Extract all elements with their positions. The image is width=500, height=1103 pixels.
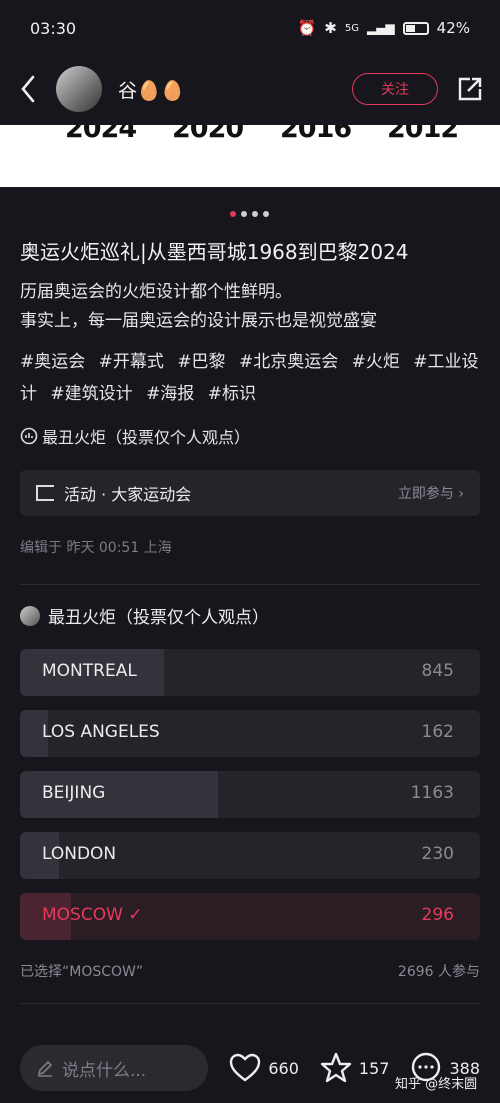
hashtag[interactable]: #巴黎 xyxy=(177,352,225,372)
poll-option-label: BEIJING xyxy=(42,783,106,803)
signal-label: 5G xyxy=(344,22,359,34)
activity-icon xyxy=(36,485,54,501)
hashtag[interactable]: #开幕式 xyxy=(99,352,164,372)
hashtag[interactable]: #海报 xyxy=(146,384,194,404)
divider xyxy=(20,584,480,585)
poll-option-count: 1163 xyxy=(410,783,454,803)
share-icon xyxy=(458,77,482,101)
star-icon xyxy=(320,1052,352,1083)
poll-reference-link[interactable]: 最丑火炬（投票仅个人观点） xyxy=(20,424,250,448)
hashtag[interactable]: #北京奥运会 xyxy=(239,352,338,372)
chevron-left-icon xyxy=(21,75,35,103)
post-image[interactable]: 2024 2020 2016 2012 xyxy=(0,125,500,187)
comment-input[interactable]: 说点什么... xyxy=(20,1045,209,1091)
description-line: 事实上，每一届奥运会的设计展示也是视觉盛宴 xyxy=(20,311,377,331)
battery-percent: 42% xyxy=(436,19,470,37)
poll-title-label: 最丑火炬（投票仅个人观点） xyxy=(48,608,269,628)
poll-option-count: 296 xyxy=(421,905,454,925)
poll-option[interactable]: MONTREAL 845 xyxy=(20,649,480,696)
share-button[interactable] xyxy=(456,75,484,103)
poll-title: 最丑火炬（投票仅个人观点） xyxy=(20,603,269,628)
poll-option[interactable]: MOSCOW ✓ 296 xyxy=(20,893,480,940)
description-line: 历届奥运会的火炬设计都个性鲜明。 xyxy=(20,282,292,302)
author-name[interactable]: 谷🥚🥚 xyxy=(118,76,352,103)
post-description: 历届奥运会的火炬设计都个性鲜明。 事实上，每一届奥运会的设计展示也是视觉盛宴 xyxy=(20,278,377,336)
like-button[interactable]: 660 xyxy=(228,1051,299,1085)
pager-dot xyxy=(252,211,258,217)
activity-join-link[interactable]: 立即参与 › xyxy=(398,483,464,503)
poll-reference-label: 最丑火炬（投票仅个人观点） xyxy=(42,428,251,447)
poll-option[interactable]: BEIJING 1163 xyxy=(20,771,480,818)
hashtag[interactable]: #奥运会 xyxy=(20,352,85,372)
comment-placeholder: 说点什么... xyxy=(62,1060,147,1081)
divider xyxy=(20,1003,480,1004)
favorite-button[interactable]: 157 xyxy=(319,1051,390,1085)
activity-card[interactable]: 活动 · 大家运动会 立即参与 › xyxy=(20,470,480,516)
image-year-label: 2020 xyxy=(172,125,244,144)
pager-dot xyxy=(241,211,247,217)
poll-option-count: 162 xyxy=(421,722,454,742)
back-button[interactable] xyxy=(16,69,40,109)
poll-option-count: 230 xyxy=(421,844,454,864)
pager-dot xyxy=(263,211,269,217)
heart-icon xyxy=(230,1053,261,1082)
poll-option-label: MOSCOW ✓ xyxy=(42,905,143,925)
status-time: 03:30 xyxy=(30,18,77,38)
activity-label: 活动 · 大家运动会 xyxy=(64,485,192,504)
hashtag-list: #奥运会 #开幕式 #巴黎 #北京奥运会 #火炬 #工业设计 #建筑设计 #海报… xyxy=(20,346,485,410)
poll-option-label: LOS ANGELES xyxy=(42,722,160,742)
image-year-label: 2016 xyxy=(280,125,352,144)
pager-dot-active xyxy=(230,211,236,217)
poll-option-label: MONTREAL xyxy=(42,661,137,681)
poll-footer: 已选择“MOSCOW” 2696 人参与 xyxy=(20,961,480,981)
author-avatar[interactable] xyxy=(56,66,102,112)
image-pager-dots xyxy=(230,211,269,217)
hashtag[interactable]: #标识 xyxy=(208,384,256,404)
poll-option[interactable]: LOS ANGELES 162 xyxy=(20,710,480,757)
status-icons: ⏰ ✱ 5G ▂▄▆ 42% xyxy=(298,19,470,37)
hashtag[interactable]: #火炬 xyxy=(352,352,400,372)
poll-participants: 2696 人参与 xyxy=(397,964,480,980)
signal-icon: ▂▄▆ xyxy=(366,21,395,35)
poll-option-label: LONDON xyxy=(42,844,117,864)
image-year-label: 2024 xyxy=(65,125,137,144)
follow-button[interactable]: 关注 xyxy=(352,73,438,105)
image-year-label: 2012 xyxy=(387,125,459,144)
poll-option-count: 845 xyxy=(421,661,454,681)
bluetooth-icon: ✱ xyxy=(324,19,337,37)
poll-bubble-icon xyxy=(20,427,38,445)
poll-option[interactable]: LONDON 230 xyxy=(20,832,480,879)
favorite-count: 157 xyxy=(358,1058,390,1078)
battery-icon xyxy=(402,21,429,35)
like-count: 660 xyxy=(268,1058,299,1078)
poll-avatar xyxy=(20,605,40,626)
watermark: 知乎 @终末圆 xyxy=(395,1077,478,1092)
pencil-icon xyxy=(37,1060,53,1077)
poll-selected-text: 已选择“MOSCOW” xyxy=(20,964,144,980)
alarm-icon: ⏰ xyxy=(297,19,317,37)
status-bar: 03:30 ⏰ ✱ 5G ▂▄▆ 42% xyxy=(0,0,500,56)
hashtag[interactable]: #建筑设计 xyxy=(50,384,132,404)
post-header: 谷🥚🥚 关注 xyxy=(0,56,500,122)
post-title: 奥运火炬巡礼|从墨西哥城1968到巴黎2024 xyxy=(20,240,409,264)
edit-meta: 编辑于 昨天 00:51 上海 xyxy=(20,540,172,556)
